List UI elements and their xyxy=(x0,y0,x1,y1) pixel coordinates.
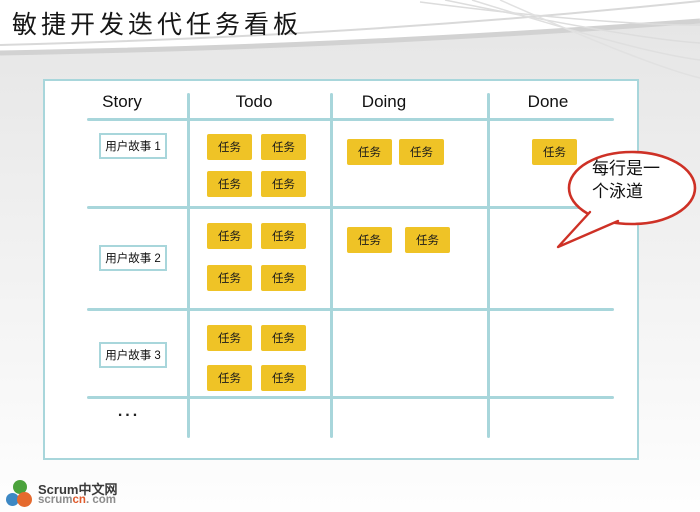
header-divider-line xyxy=(87,118,614,121)
column-header-todo: Todo xyxy=(236,92,273,112)
logo-orange-circle-icon xyxy=(17,492,32,507)
slide: 敏捷开发迭代任务看板 Story Todo Doing Done 用户故事 1 任… xyxy=(0,0,700,512)
task-card: 任务 xyxy=(347,139,392,165)
column-divider-line xyxy=(330,93,333,438)
task-card: 任务 xyxy=(399,139,444,165)
story-card: 用户故事 2 xyxy=(99,245,167,271)
column-divider-line xyxy=(187,93,190,438)
story-card: 用户故事 3 xyxy=(99,342,167,368)
callout-text: 每行是一 个泳道 xyxy=(592,157,660,203)
column-header-done: Done xyxy=(528,92,569,112)
more-rows-ellipsis: ... xyxy=(105,403,153,421)
task-card: 任务 xyxy=(207,365,252,391)
task-card: 任务 xyxy=(207,325,252,351)
task-card: 任务 xyxy=(207,265,252,291)
task-card: 任务 xyxy=(261,365,306,391)
story-card: 用户故事 1 xyxy=(99,133,167,159)
task-card: 任务 xyxy=(261,265,306,291)
task-card: 任务 xyxy=(261,223,306,249)
kanban-board: Story Todo Doing Done 用户故事 1任务任务任务任务任务任务… xyxy=(43,79,639,460)
task-card: 任务 xyxy=(405,227,450,253)
callout-line-1: 每行是一 xyxy=(592,157,660,180)
swimlane-callout: 每行是一 个泳道 xyxy=(552,142,700,260)
column-header-story: Story xyxy=(102,92,142,112)
task-card: 任务 xyxy=(207,223,252,249)
task-card: 任务 xyxy=(261,134,306,160)
task-card: 任务 xyxy=(207,171,252,197)
column-header-doing: Doing xyxy=(362,92,406,112)
task-card: 任务 xyxy=(207,134,252,160)
row-divider-line xyxy=(87,308,614,311)
brand-url: scrumcn. com xyxy=(38,494,116,506)
url-suffix: . com xyxy=(86,494,116,506)
slide-title: 敏捷开发迭代任务看板 xyxy=(12,5,302,41)
task-card: 任务 xyxy=(347,227,392,253)
url-highlight: cn xyxy=(73,494,86,506)
task-card: 任务 xyxy=(261,325,306,351)
callout-line-2: 个泳道 xyxy=(592,180,660,203)
row-divider-line xyxy=(87,206,614,209)
task-card: 任务 xyxy=(261,171,306,197)
url-prefix: scrum xyxy=(38,494,73,506)
row-divider-line xyxy=(87,396,614,399)
column-divider-line xyxy=(487,93,490,438)
